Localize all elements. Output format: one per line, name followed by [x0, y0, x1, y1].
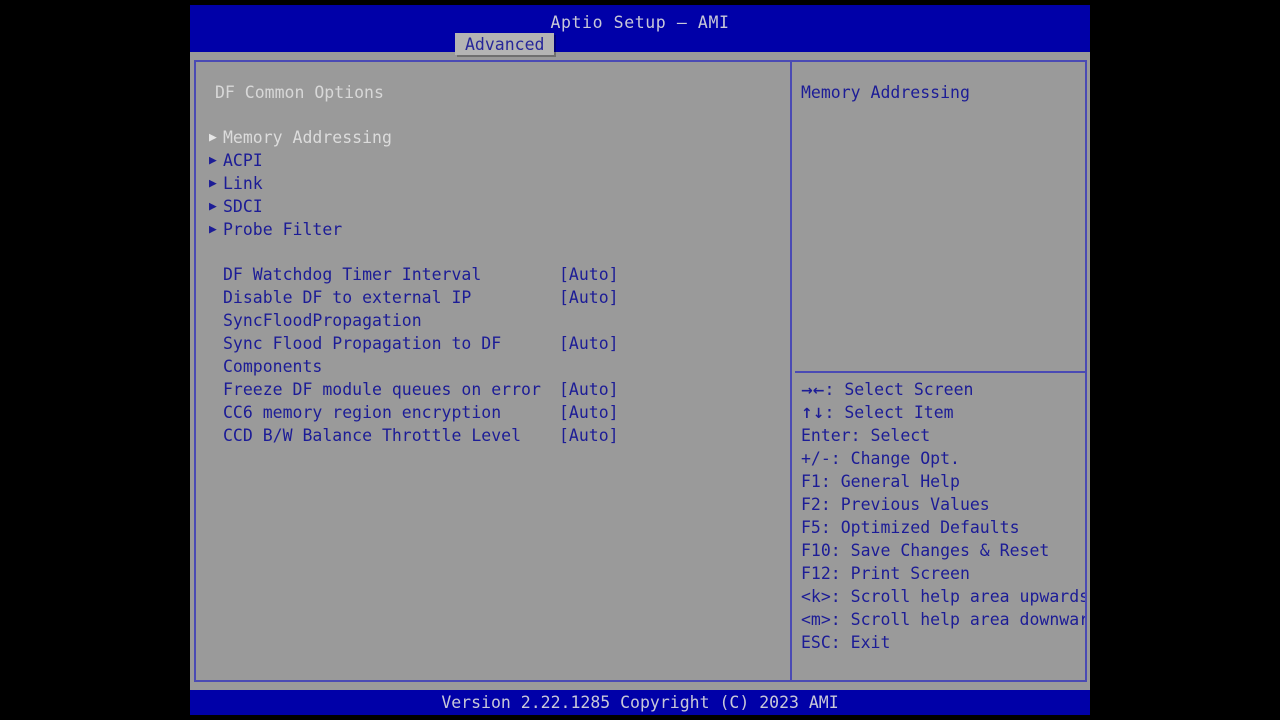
- bios-window: Aptio Setup – AMI Advanced DF Common Opt…: [190, 5, 1090, 715]
- hotkey-f12-print-screen: F12: Print Screen: [801, 564, 970, 583]
- menu-item-label: Probe Filter: [223, 220, 343, 239]
- option-list: DF Watchdog Timer Interval [Auto] Disabl…: [196, 263, 790, 447]
- hotkey-label: : Select Item: [824, 403, 954, 422]
- option-label: DF Watchdog Timer Interval: [223, 265, 482, 284]
- submenu-arrow-icon: ▶: [209, 130, 217, 145]
- option-label-wrap: Components: [223, 357, 323, 376]
- option-label: Freeze DF module queues on error: [223, 380, 541, 399]
- hotkey-f5-optimized-defaults: F5: Optimized Defaults: [801, 518, 1020, 537]
- option-label: CC6 memory region encryption: [223, 403, 502, 422]
- help-pane: Memory Addressing →←: Select Screen ↑↓: …: [792, 62, 1085, 680]
- menu-pane: DF Common Options ▶ Memory Addressing ▶ …: [196, 62, 790, 680]
- bios-screen: Aptio Setup – AMI Advanced DF Common Opt…: [0, 0, 1280, 720]
- menu-item-link[interactable]: ▶ Link: [196, 172, 790, 195]
- tab-strip: Advanced: [190, 33, 1090, 57]
- menu-item-label: SDCI: [223, 197, 263, 216]
- hotkey-scroll-help-down: <m>: Scroll help area downwards: [801, 610, 1085, 629]
- menu-item-label: Memory Addressing: [223, 128, 392, 147]
- page-title: Aptio Setup – AMI: [550, 13, 730, 32]
- menu-item-sdci[interactable]: ▶ SDCI: [196, 195, 790, 218]
- menu-item-label: Link: [223, 174, 263, 193]
- hotkey-select-item: ↑↓: Select Item: [801, 401, 1085, 424]
- option-row-components-wrap: Components: [196, 355, 790, 378]
- option-row-df-watchdog-timer-interval[interactable]: DF Watchdog Timer Interval [Auto]: [196, 263, 790, 286]
- option-label-wrap: SyncFloodPropagation: [223, 311, 422, 330]
- hotkey-change-opt: +/-: Change Opt.: [801, 449, 960, 468]
- option-row-ccd-bw-balance-throttle-level[interactable]: CCD B/W Balance Throttle Level [Auto]: [196, 424, 790, 447]
- help-description: Memory Addressing: [801, 83, 970, 102]
- submenu-arrow-icon: ▶: [209, 153, 217, 168]
- arrow-left-right-icon: →←: [801, 383, 825, 399]
- menu-item-probe-filter[interactable]: ▶ Probe Filter: [196, 218, 790, 241]
- option-row-cc6-memory-region-encryption[interactable]: CC6 memory region encryption [Auto]: [196, 401, 790, 424]
- arrow-up-down-icon: ↑↓: [801, 406, 825, 422]
- option-value[interactable]: [Auto]: [559, 401, 619, 424]
- option-value[interactable]: [Auto]: [559, 424, 619, 447]
- option-row-sync-flood-propagation-to-df[interactable]: Sync Flood Propagation to DF [Auto]: [196, 332, 790, 355]
- hotkey-select-screen: →←: Select Screen: [801, 378, 1085, 401]
- option-value[interactable]: [Auto]: [559, 263, 619, 286]
- hotkey-esc-exit: ESC: Exit: [801, 633, 891, 652]
- hotkey-label: : Select Screen: [824, 380, 974, 399]
- hotkey-legend: →←: Select Screen ↑↓: Select Item Enter:…: [801, 378, 1085, 654]
- hotkey-enter-select: Enter: Select: [801, 426, 931, 445]
- submenu-arrow-icon: ▶: [209, 176, 217, 191]
- section-title: DF Common Options: [215, 83, 384, 102]
- submenu-arrow-icon: ▶: [209, 199, 217, 214]
- option-label: Sync Flood Propagation to DF: [223, 334, 502, 353]
- hotkey-f2-previous-values: F2: Previous Values: [801, 495, 990, 514]
- help-separator: [795, 371, 1085, 373]
- tab-advanced[interactable]: Advanced: [455, 33, 555, 55]
- version-copyright: Version 2.22.1285 Copyright (C) 2023 AMI: [441, 693, 839, 712]
- menu-item-label: ACPI: [223, 151, 263, 170]
- option-value[interactable]: [Auto]: [559, 332, 619, 355]
- panes: DF Common Options ▶ Memory Addressing ▶ …: [196, 62, 1085, 680]
- menu-item-memory-addressing[interactable]: ▶ Memory Addressing: [196, 126, 790, 149]
- option-value[interactable]: [Auto]: [559, 378, 619, 401]
- option-row-disable-df-to-external-ip[interactable]: Disable DF to external IP [Auto]: [196, 286, 790, 309]
- hotkey-scroll-help-up: <k>: Scroll help area upwards: [801, 587, 1085, 606]
- hotkey-f10-save-changes-reset: F10: Save Changes & Reset: [801, 541, 1050, 560]
- hotkey-f1-general-help: F1: General Help: [801, 472, 960, 491]
- option-label: Disable DF to external IP: [223, 288, 472, 307]
- option-value[interactable]: [Auto]: [559, 286, 619, 309]
- content-frame: DF Common Options ▶ Memory Addressing ▶ …: [194, 60, 1087, 682]
- submenu-list: ▶ Memory Addressing ▶ ACPI ▶ Link ▶ SDCI…: [196, 126, 790, 241]
- option-label: CCD B/W Balance Throttle Level: [223, 426, 522, 445]
- footer-bar: Version 2.22.1285 Copyright (C) 2023 AMI: [190, 690, 1090, 715]
- option-row-freeze-df-module-queues-on-error[interactable]: Freeze DF module queues on error [Auto]: [196, 378, 790, 401]
- menu-item-acpi[interactable]: ▶ ACPI: [196, 149, 790, 172]
- option-row-syncfloodpropagation-wrap: SyncFloodPropagation: [196, 309, 790, 332]
- submenu-arrow-icon: ▶: [209, 222, 217, 237]
